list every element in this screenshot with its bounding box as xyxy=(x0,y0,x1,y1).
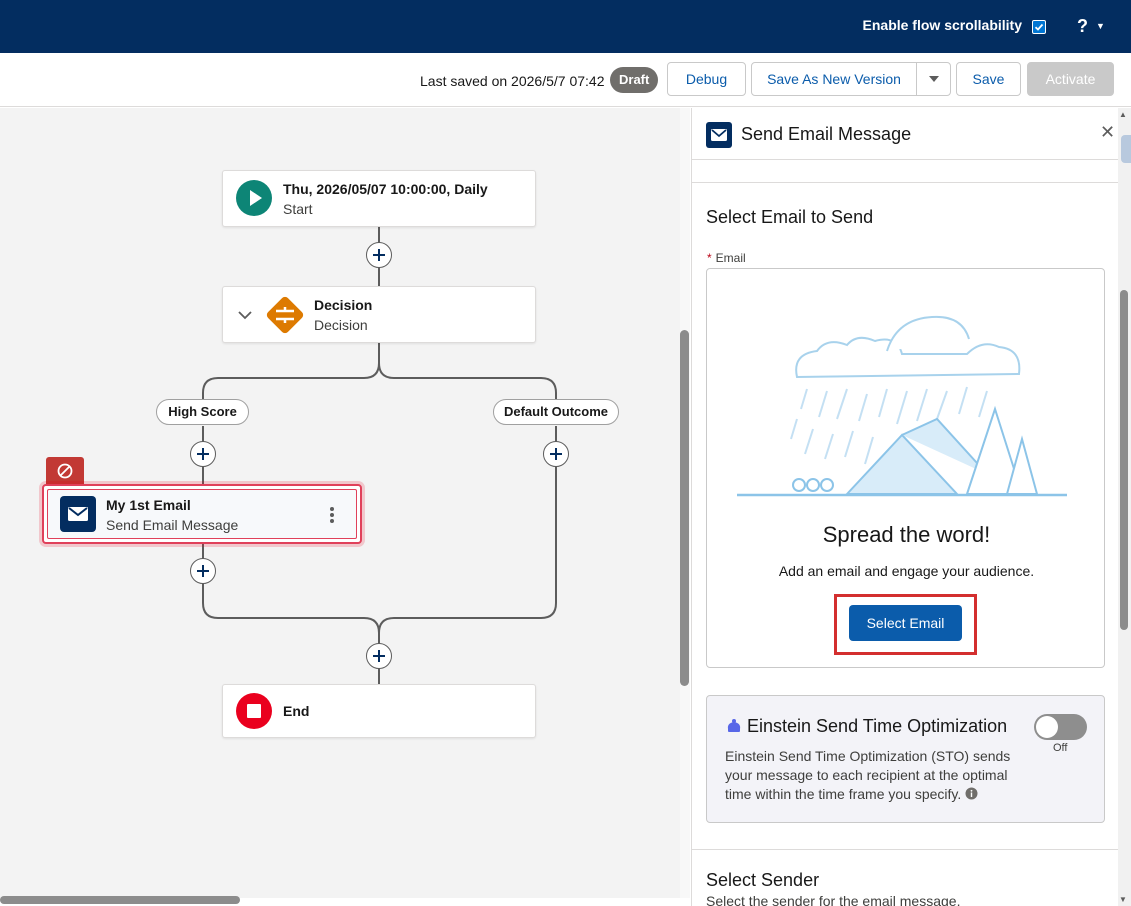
einstein-icon xyxy=(727,719,741,732)
checkmark-icon xyxy=(1034,23,1044,31)
decision-icon xyxy=(266,296,304,334)
add-element-button[interactable] xyxy=(190,441,216,467)
outcome-label-default[interactable]: Default Outcome xyxy=(493,399,619,425)
email-field-label: * Email xyxy=(707,251,746,265)
scroll-up-icon[interactable]: ▲ xyxy=(1119,110,1127,119)
sender-help-text: Select the sender for the email message. xyxy=(706,893,961,906)
info-icon[interactable] xyxy=(965,787,978,800)
select-email-button[interactable]: Select Email xyxy=(849,605,962,641)
chevron-down-icon[interactable]: ▼ xyxy=(1096,21,1105,31)
end-node[interactable]: End xyxy=(222,684,536,738)
section-title-select-email: Select Email to Send xyxy=(706,207,874,227)
decision-node-subtitle: Decision xyxy=(314,317,368,333)
plus-icon xyxy=(550,448,562,460)
divider xyxy=(692,182,1118,183)
more-options-icon[interactable] xyxy=(329,506,335,524)
email-icon xyxy=(60,496,96,532)
close-icon[interactable]: ✕ xyxy=(1100,122,1115,143)
flow-canvas[interactable]: Thu, 2026/05/07 10:00:00, Daily Start De… xyxy=(0,108,680,898)
empty-state-title: Spread the word! xyxy=(822,522,991,547)
add-element-button[interactable] xyxy=(543,441,569,467)
plus-icon xyxy=(373,249,385,261)
add-element-button[interactable] xyxy=(366,643,392,669)
decision-node-title: Decision xyxy=(314,297,373,313)
send-email-node[interactable]: My 1st Email Send Email Message xyxy=(42,484,362,544)
section-title-select-sender: Select Sender xyxy=(706,870,820,890)
toggle-state-label: Off xyxy=(1053,742,1068,754)
canvas-horizontal-scrollbar-thumb[interactable] xyxy=(0,896,240,904)
side-panel-tab[interactable] xyxy=(1121,135,1131,163)
email-selector-card: Spread the word! Add an email and engage… xyxy=(706,268,1105,668)
save-as-new-version-button[interactable]: Save As New Version xyxy=(751,62,917,96)
start-node[interactable]: Thu, 2026/05/07 10:00:00, Daily Start xyxy=(222,170,536,227)
flow-scrollability-label: Enable flow scrollability xyxy=(862,17,1022,33)
divider xyxy=(692,849,1118,850)
builder-toolbar: Last saved on 2026/5/7 07:42 Draft Debug… xyxy=(0,53,1131,107)
email-node-subtitle: Send Email Message xyxy=(106,517,239,533)
play-icon xyxy=(236,180,272,216)
properties-panel: Send Email Message ✕ Select Email to Sen… xyxy=(691,108,1118,906)
canvas-vertical-scrollbar-thumb[interactable] xyxy=(680,330,689,686)
flow-scrollability-checkbox[interactable] xyxy=(1032,20,1046,34)
panel-title: Send Email Message xyxy=(741,124,912,144)
save-button[interactable]: Save xyxy=(956,62,1021,96)
plus-icon xyxy=(373,650,385,662)
outcome-label-high-score[interactable]: High Score xyxy=(156,399,249,425)
status-badge: Draft xyxy=(610,67,659,93)
stop-icon xyxy=(236,693,272,729)
help-button[interactable]: ? xyxy=(1077,16,1088,37)
camping-illustration xyxy=(737,315,1067,497)
save-menu-button[interactable] xyxy=(916,62,951,96)
error-badge[interactable] xyxy=(46,457,84,484)
einstein-sto-toggle[interactable] xyxy=(1034,714,1087,740)
caret-down-icon xyxy=(928,76,939,82)
plus-icon xyxy=(197,565,209,577)
add-element-button[interactable] xyxy=(366,242,392,268)
plus-icon xyxy=(197,448,209,460)
scroll-down-icon[interactable]: ▼ xyxy=(1119,895,1127,904)
empty-state-subtitle: Add an email and engage your audience. xyxy=(778,563,1035,579)
last-saved-text: Last saved on 2026/5/7 07:42 xyxy=(420,73,605,89)
global-header: Enable flow scrollability ? ▼ xyxy=(0,0,1131,53)
add-element-button[interactable] xyxy=(190,558,216,584)
start-node-subtitle: Start xyxy=(283,201,313,217)
panel-header: Send Email Message ✕ xyxy=(692,108,1118,160)
panel-scrollbar-thumb[interactable] xyxy=(1120,290,1128,630)
start-node-title: Thu, 2026/05/07 10:00:00, Daily xyxy=(283,181,488,197)
debug-button[interactable]: Debug xyxy=(667,62,746,96)
error-icon xyxy=(57,463,73,479)
einstein-sto-description: Einstein Send Time Optimization (STO) se… xyxy=(725,748,1011,802)
email-node-title: My 1st Email xyxy=(106,497,191,513)
email-icon xyxy=(706,122,732,148)
einstein-sto-title: Einstein Send Time Optimization xyxy=(747,716,1008,736)
activate-button[interactable]: Activate xyxy=(1027,62,1114,96)
einstein-sto-card: Einstein Send Time Optimization Einstein… xyxy=(706,695,1105,823)
end-node-title: End xyxy=(283,703,310,719)
decision-node[interactable]: Decision Decision xyxy=(222,286,536,343)
chevron-down-icon[interactable] xyxy=(238,310,252,320)
